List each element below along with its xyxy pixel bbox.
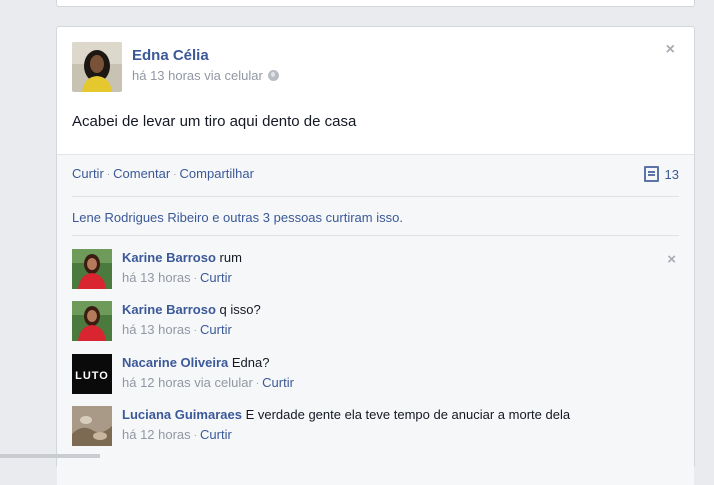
- comment-text: E verdade gente ela teve tempo de anucia…: [245, 407, 571, 422]
- separator: ·: [193, 430, 198, 441]
- comment-body: Karine Barroso rum: [122, 250, 242, 265]
- separator: ·: [193, 325, 198, 336]
- comment-time[interactable]: há 12 horas via celular: [122, 375, 253, 390]
- commenter-avatar[interactable]: [72, 249, 112, 289]
- previous-post-card: [56, 0, 695, 7]
- comment-count-link[interactable]: 13: [643, 166, 679, 182]
- divider: [72, 196, 679, 197]
- comment-meta: há 12 horas · Curtir: [122, 427, 232, 442]
- separator: ·: [193, 273, 198, 284]
- comment-text: Edna?: [231, 355, 270, 370]
- like-button[interactable]: Curtir: [72, 166, 104, 181]
- commenter-name[interactable]: Luciana Guimaraes: [122, 407, 242, 422]
- comment-meta: há 13 horas · Curtir: [122, 270, 232, 285]
- comment-body: Luciana Guimaraes E verdade gente ela te…: [122, 407, 570, 422]
- scrollbar[interactable]: [0, 454, 100, 458]
- post-card: Edna Célia há 13 horas via celular × Aca…: [56, 26, 695, 485]
- comment-like-button[interactable]: Curtir: [200, 322, 232, 337]
- separator: ·: [255, 378, 260, 389]
- globe-icon[interactable]: [267, 70, 279, 81]
- comment-time[interactable]: há 13 horas: [122, 270, 191, 285]
- share-button[interactable]: Compartilhar: [180, 166, 254, 181]
- comment-text: q isso?: [219, 302, 261, 317]
- author-avatar[interactable]: [72, 42, 122, 92]
- comment-item: LUTO Nacarine Oliveira Edna? há 12 horas…: [72, 354, 672, 396]
- comment-icon: [643, 166, 659, 182]
- commenter-name[interactable]: Karine Barroso: [122, 250, 216, 265]
- comment-item: Karine Barroso q isso? há 13 horas · Curti…: [72, 301, 672, 343]
- comment-item: Luciana Guimaraes E verdade gente ela te…: [72, 406, 672, 448]
- comment-meta: há 13 horas · Curtir: [122, 322, 232, 337]
- commenter-avatar[interactable]: LUTO: [72, 354, 112, 394]
- comment-item: Karine Barroso rum há 13 horas · Curtir ×: [72, 249, 676, 291]
- comment-meta: há 12 horas via celular · Curtir: [122, 375, 294, 390]
- commenter-avatar[interactable]: [72, 301, 112, 341]
- comment-count: 13: [664, 167, 679, 182]
- close-icon[interactable]: ×: [666, 41, 675, 59]
- comment-button[interactable]: Comentar: [113, 166, 170, 181]
- post-actions: Curtir · Comentar · Compartilhar: [72, 166, 254, 181]
- commenter-name[interactable]: Karine Barroso: [122, 302, 216, 317]
- post-time-text[interactable]: há 13 horas via celular: [132, 68, 263, 83]
- close-icon[interactable]: ×: [667, 251, 676, 268]
- comment-text: rum: [219, 250, 242, 265]
- comment-time[interactable]: há 12 horas: [122, 427, 191, 442]
- commenter-avatar[interactable]: [72, 406, 112, 446]
- feedback-section: Curtir · Comentar · Compartilhar 13 Lene Rod…: [57, 155, 694, 485]
- commenter-name[interactable]: Nacarine Oliveira: [122, 355, 228, 370]
- comment-like-button[interactable]: Curtir: [200, 270, 232, 285]
- post-author-name[interactable]: Edna Célia: [132, 47, 209, 64]
- likes-summary[interactable]: Lene Rodrigues Ribeiro e outras 3 pessoa…: [72, 210, 403, 225]
- post-header: Edna Célia há 13 horas via celular: [72, 42, 672, 92]
- separator: ·: [173, 169, 177, 180]
- comment-time[interactable]: há 13 horas: [122, 322, 191, 337]
- divider: [72, 235, 679, 236]
- post-timestamp: há 13 horas via celular: [132, 68, 279, 83]
- separator: ·: [106, 169, 111, 180]
- avatar-text: LUTO: [75, 370, 109, 382]
- comment-body: Karine Barroso q isso?: [122, 302, 261, 317]
- post-text: Acabei de levar um tiro aqui dento de ca…: [72, 113, 357, 130]
- comment-like-button[interactable]: Curtir: [262, 375, 294, 390]
- comment-body: Nacarine Oliveira Edna?: [122, 355, 269, 370]
- comment-like-button[interactable]: Curtir: [200, 427, 232, 442]
